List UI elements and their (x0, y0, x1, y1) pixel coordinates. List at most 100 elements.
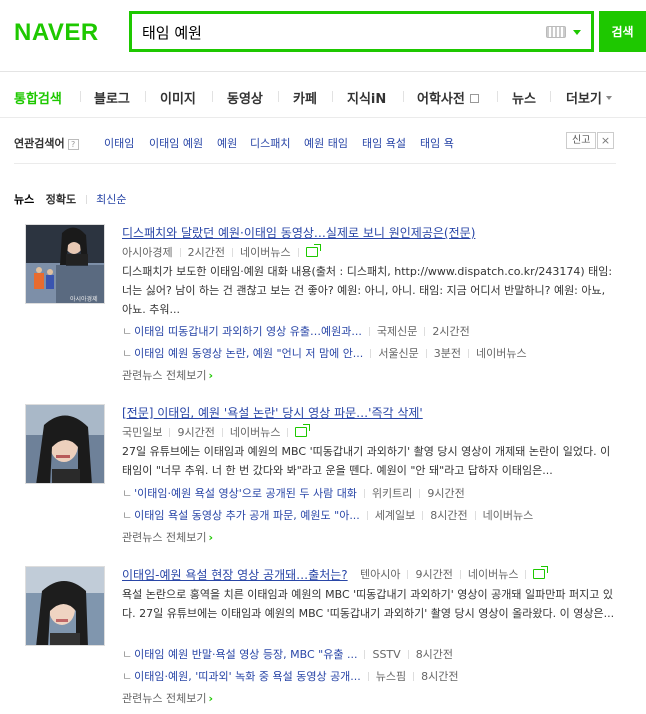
news-description: 디스패치가 보도한 이태임·예원 대화 내용(출처 : 디스패치, http:/… (122, 265, 613, 316)
news-source[interactable]: 아시아경제 (122, 246, 173, 259)
news-time: 2시간전 (187, 246, 225, 259)
chevron-right-icon: › (208, 531, 214, 544)
tab-cafe[interactable]: 카페 (293, 88, 317, 107)
chevron-right-icon: › (208, 369, 214, 382)
share-icon[interactable] (295, 424, 311, 437)
sub-news-source[interactable]: 국제신문 (377, 325, 417, 338)
related-item[interactable]: 태임 욕 (420, 135, 454, 151)
header: NAVER 검색 (0, 0, 646, 72)
close-icon[interactable]: × (597, 132, 614, 149)
related-item[interactable]: 예원 태임 (304, 135, 348, 151)
related-searches-title: 연관검색어? (14, 135, 79, 151)
related-item[interactable]: 태임 욕설 (362, 135, 406, 151)
news-title[interactable]: 이태임-예원 욕설 현장 영상 공개돼…출처는? (122, 566, 348, 583)
related-item[interactable]: 이태임 (104, 135, 134, 151)
sub-news-source[interactable]: 위키트리 (372, 487, 412, 500)
news-thumbnail[interactable] (25, 566, 105, 646)
sub-news-title[interactable]: 이태임·예원, '띠과외' 녹화 중 욕설 동영상 공개... (134, 670, 361, 683)
sub-bullet: ㄴ (122, 670, 133, 683)
share-icon[interactable] (305, 244, 321, 257)
news-title[interactable]: [전문] 이태임, 예원 '욕설 논란' 당시 영상 파문…'즉각 삭제' (122, 404, 423, 421)
sub-news-time: 3분전 (433, 347, 462, 360)
sub-news-time: 8시간전 (430, 509, 468, 522)
related-news-more-label: 관련뉴스 전체보기 (122, 692, 207, 705)
sub-news-portal[interactable]: 네이버뉴스 (483, 509, 534, 522)
tab-divider (278, 91, 279, 102)
tab-integrated[interactable]: 통합검색 (14, 88, 62, 107)
sub-bullet: ㄴ (122, 347, 133, 360)
related-item[interactable]: 이태임 예원 (149, 135, 203, 151)
sub-news-title[interactable]: 이태임 욕설 동영상 추가 공개 파문, 예원도 "아... (134, 509, 360, 522)
sub-news-time: 9시간전 (427, 487, 465, 500)
keyboard-icon[interactable] (546, 26, 566, 38)
tab-more-label: 더보기 (566, 92, 602, 107)
related-news-more-link[interactable]: 관련뉴스 전체보기 › (122, 690, 213, 706)
tab-news[interactable]: 뉴스 (512, 88, 536, 107)
chevron-down-icon[interactable] (573, 30, 581, 35)
news-thumbnail[interactable] (25, 404, 105, 484)
sub-news-source[interactable]: 뉴스핌 (376, 670, 406, 683)
news-portal-link[interactable]: 네이버뉴스 (240, 246, 291, 259)
sub-news-time: 8시간전 (421, 670, 459, 683)
news-description: 27일 유튜브에는 이태임과 예원의 MBC '띠동갑내기 과외하기' 촬영 당… (122, 445, 611, 477)
tab-divider (403, 91, 404, 102)
tab-more[interactable]: 더보기 (566, 88, 612, 107)
sub-news-item: ㄴ 이태임·예원, '띠과외' 녹화 중 욕설 동영상 공개... 뉴스핌 8시간전 (122, 668, 459, 684)
sub-news-source[interactable]: SSTV (372, 648, 400, 661)
search-button[interactable]: 검색 (599, 11, 646, 52)
news-thumbnail[interactable]: 아시아경제 (25, 224, 105, 304)
report-button[interactable]: 신고 (566, 132, 597, 149)
news-section-title: 뉴스 (14, 193, 35, 206)
search-box (129, 11, 594, 52)
related-item[interactable]: 예원 (217, 135, 237, 151)
chevron-right-icon: › (208, 692, 214, 705)
sub-news-item: ㄴ 이태임 예원 동영상 논란, 예원 "언니 저 맘에 안... 서울신문 3분전 네… (122, 345, 527, 361)
sub-news-title[interactable]: '이태임·예원 욕설 영상'으로 공개된 두 사람 대화 (134, 487, 357, 500)
tab-dictionary-label: 어학사전 (417, 92, 465, 107)
tab-images[interactable]: 이미지 (160, 88, 196, 107)
sub-news-source[interactable]: 서울신문 (378, 347, 418, 360)
news-meta: 텐아시아 9시간전 네이버뉴스 (360, 566, 549, 582)
tab-dictionary[interactable]: 어학사전 (417, 88, 479, 107)
sub-news-time: 2시간전 (432, 325, 470, 338)
news-portal-link[interactable]: 네이버뉴스 (468, 568, 519, 581)
tab-divider (332, 91, 333, 102)
news-title[interactable]: 디스패치와 달랐던 예원·이태임 동영상…실제로 보니 원인제공은(전문) (122, 224, 475, 241)
search-input[interactable] (142, 20, 522, 44)
sub-news-title[interactable]: 이태임 띠동갑내기 과외하기 영상 유출…예원과... (134, 325, 362, 338)
sub-news-item: ㄴ 이태임 띠동갑내기 과외하기 영상 유출…예원과... 국제신문 2시간전 (122, 323, 470, 339)
share-icon[interactable] (533, 566, 549, 579)
tab-divider (145, 91, 146, 102)
sub-news-item: ㄴ '이태임·예원 욕설 영상'으로 공개된 두 사람 대화 위키트리 9시간전 (122, 485, 465, 501)
tab-divider (497, 91, 498, 102)
related-news-more-label: 관련뉴스 전체보기 (122, 369, 207, 382)
tab-divider (80, 91, 81, 102)
help-icon[interactable]: ? (67, 139, 79, 150)
sub-news-source[interactable]: 세계일보 (375, 509, 415, 522)
news-source[interactable]: 텐아시아 (360, 568, 400, 581)
sub-news-title[interactable]: 이태임 예원 반말·욕설 영상 등장, MBC "유출 ... (134, 648, 357, 661)
thumbnail-caption: 아시아경제 (70, 295, 98, 303)
tab-video[interactable]: 동영상 (227, 88, 263, 107)
related-news-more-link[interactable]: 관련뉴스 전체보기 › (122, 367, 213, 383)
naver-logo[interactable]: NAVER (14, 19, 99, 47)
news-meta: 아시아경제 2시간전 네이버뉴스 (122, 244, 321, 260)
sub-news-item: ㄴ 이태임 예원 반말·욕설 영상 등장, MBC "유출 ... SSTV 8시간전 (122, 646, 453, 662)
sub-bullet: ㄴ (122, 325, 133, 338)
related-title-label: 연관검색어 (14, 137, 65, 150)
news-source[interactable]: 국민일보 (122, 426, 162, 439)
sub-news-time: 8시간전 (415, 648, 454, 661)
related-news-more-label: 관련뉴스 전체보기 (122, 531, 207, 544)
related-news-more-link[interactable]: 관련뉴스 전체보기 › (122, 529, 213, 545)
news-portal-link[interactable]: 네이버뉴스 (230, 426, 281, 439)
tab-blog[interactable]: 블로그 (94, 88, 130, 107)
sort-accuracy[interactable]: 정확도 (46, 193, 76, 206)
sort-latest[interactable]: 최신순 (96, 193, 126, 206)
sub-news-portal[interactable]: 네이버뉴스 (476, 347, 527, 360)
related-item[interactable]: 디스패치 (250, 135, 290, 151)
tab-divider (212, 91, 213, 102)
tab-divider (550, 91, 551, 102)
tab-kin[interactable]: 지식iN (347, 88, 386, 107)
news-section-header: 뉴스 정확도 최신순 (14, 191, 127, 207)
sub-news-title[interactable]: 이태임 예원 동영상 논란, 예원 "언니 저 맘에 안... (134, 347, 363, 360)
